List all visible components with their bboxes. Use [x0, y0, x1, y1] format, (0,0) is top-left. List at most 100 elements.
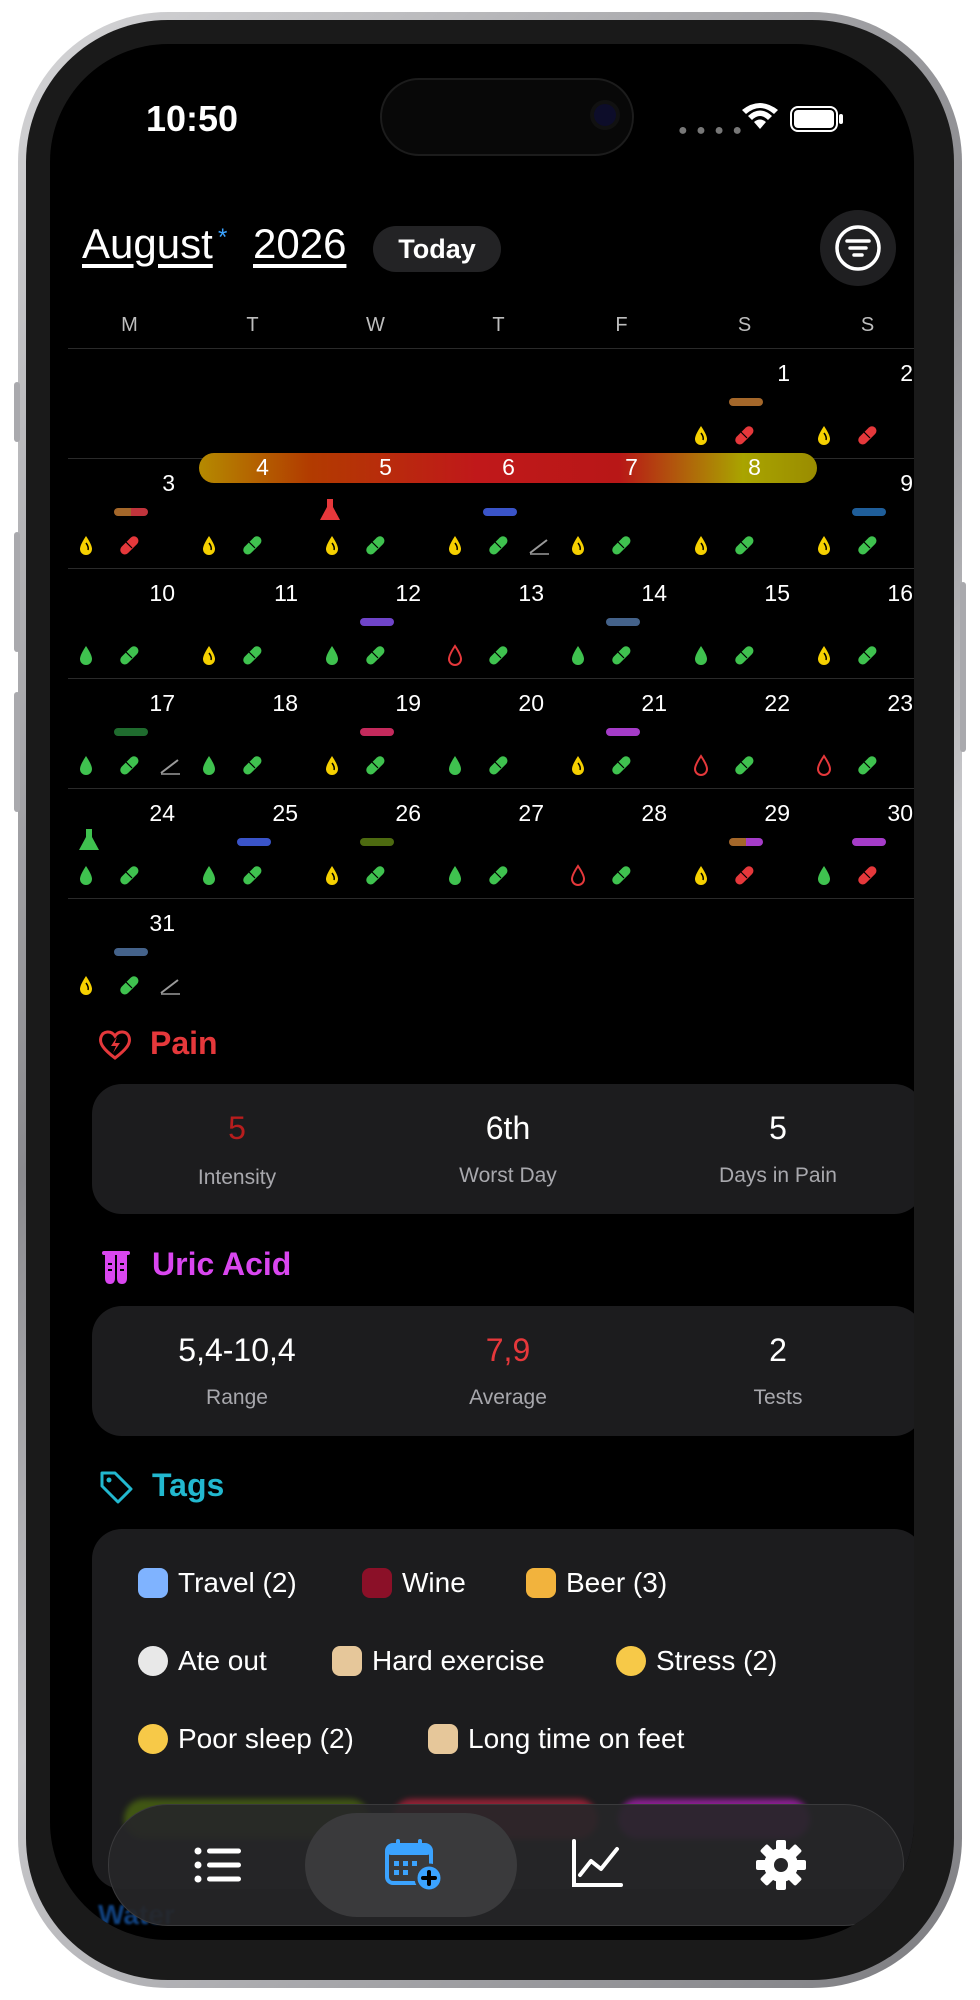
medication-pill-icon: [612, 756, 631, 775]
weekday-label: W: [366, 314, 385, 336]
medication-pill-icon: [612, 866, 631, 885]
sleepy-face-icon: [138, 1723, 168, 1754]
medication-pill-icon: [858, 756, 877, 775]
list-icon[interactable]: [193, 1843, 243, 1887]
tag-chip[interactable]: Wine: [348, 1553, 494, 1613]
pain-intensity-value: 5: [228, 1110, 246, 1146]
day-number[interactable]: 28: [627, 800, 667, 827]
medication-pill-icon: [612, 536, 631, 555]
water-drop-icon: [695, 866, 707, 885]
day-number[interactable]: 14: [627, 580, 667, 607]
day-number[interactable]: 9: [873, 470, 913, 497]
medication-pill-icon: [243, 756, 262, 775]
day-number[interactable]: 7: [612, 454, 652, 481]
water-drop-icon: [572, 536, 584, 555]
day-number[interactable]: 31: [135, 910, 175, 937]
battery-icon: [790, 106, 843, 132]
day-number[interactable]: 25: [258, 800, 298, 827]
tag-chip[interactable]: Hard exercise: [318, 1631, 584, 1691]
day-number[interactable]: 20: [504, 690, 544, 717]
calendar-add-icon[interactable]: [385, 1837, 445, 1893]
weekday-label: S: [860, 314, 875, 336]
tag-label: Hard exercise: [372, 1645, 545, 1676]
day-number[interactable]: 1: [750, 360, 790, 387]
water-drop-icon: [570, 864, 586, 886]
flask-icon: [320, 499, 340, 520]
chart-icon[interactable]: [571, 1839, 623, 1889]
medication-pill-icon: [735, 536, 754, 555]
day-number[interactable]: 8: [735, 454, 775, 481]
tag-indicator: [606, 618, 640, 626]
day-number[interactable]: 30: [873, 800, 913, 827]
day-number[interactable]: 6: [489, 454, 529, 481]
month-marker: *: [218, 224, 228, 251]
uric-acid-card[interactable]: 5,4-10,4 Range 7,9 Average 2 Tests: [92, 1306, 914, 1436]
day-number[interactable]: 23: [873, 690, 913, 717]
tag-chip[interactable]: Stress (2): [602, 1631, 814, 1691]
day-number[interactable]: 26: [381, 800, 421, 827]
day-number[interactable]: 21: [627, 690, 667, 717]
tag-indicator: [237, 838, 271, 846]
day-number[interactable]: 12: [381, 580, 421, 607]
filter-button[interactable]: [820, 210, 896, 286]
tag-chip[interactable]: Ate out: [124, 1631, 300, 1691]
water-drop-icon: [818, 426, 830, 445]
day-number[interactable]: 5: [366, 454, 406, 481]
airplane-icon: [138, 1567, 168, 1598]
pain-card[interactable]: 5 Intensity 6th Worst Day 5 Days in Pain: [92, 1084, 914, 1214]
day-number[interactable]: 2: [873, 360, 913, 387]
medication-pill-icon: [120, 756, 139, 775]
year-selector[interactable]: 2026: [253, 220, 346, 268]
pain-intensity-label: Intensity: [197, 1166, 277, 1189]
water-drop-icon: [326, 646, 338, 665]
calendar-header: August * 2026 Today: [50, 194, 914, 286]
tag-chip[interactable]: Long time on feet: [414, 1709, 730, 1769]
test-tubes-icon: [102, 1251, 130, 1284]
tag-indicator: [360, 728, 394, 736]
tag-indicator: [114, 508, 148, 516]
plate-icon: [138, 1645, 168, 1676]
medication-pill-icon: [120, 646, 139, 665]
tag-label: Wine: [402, 1567, 466, 1598]
day-number[interactable]: 15: [750, 580, 790, 607]
heart-bolt-icon: [99, 1030, 131, 1060]
medication-pill-icon: [366, 646, 385, 665]
month-selector[interactable]: August: [82, 220, 213, 268]
gear-icon[interactable]: [755, 1839, 807, 1891]
day-number[interactable]: 22: [750, 690, 790, 717]
day-number[interactable]: 18: [258, 690, 298, 717]
medication-pill-icon: [489, 646, 508, 665]
day-number[interactable]: 11: [258, 580, 298, 607]
tag-label: Poor sleep (2): [178, 1723, 354, 1754]
water-drop-icon: [203, 646, 215, 665]
water-drop-icon: [695, 426, 707, 445]
water-drop-icon: [693, 754, 709, 776]
tag-icon: [100, 1471, 133, 1504]
medication-pill-icon: [858, 646, 877, 665]
day-number[interactable]: 3: [135, 470, 175, 497]
uric-tests-value: 2: [769, 1332, 787, 1368]
day-number[interactable]: 19: [381, 690, 421, 717]
day-number[interactable]: 24: [135, 800, 175, 827]
day-number[interactable]: 4: [243, 454, 283, 481]
water-drop-icon: [80, 976, 92, 995]
water-drop-icon: [818, 866, 830, 885]
side-button: [14, 382, 20, 442]
weekday-label: S: [737, 314, 752, 336]
day-number[interactable]: 13: [504, 580, 544, 607]
water-drop-icon: [816, 754, 832, 776]
tag-indicator: [729, 398, 763, 406]
day-number[interactable]: 17: [135, 690, 175, 717]
day-number[interactable]: 29: [750, 800, 790, 827]
tag-chip[interactable]: Poor sleep (2): [124, 1709, 396, 1769]
divider: [68, 898, 914, 899]
medication-pill-icon: [366, 866, 385, 885]
day-number[interactable]: 27: [504, 800, 544, 827]
tag-indicator: [606, 728, 640, 736]
day-number[interactable]: 10: [135, 580, 175, 607]
today-button[interactable]: Today: [373, 226, 501, 272]
uric-tests-label: Tests: [753, 1386, 803, 1409]
day-number[interactable]: 16: [873, 580, 913, 607]
tag-chip[interactable]: Travel (2): [124, 1553, 330, 1613]
tag-chip[interactable]: Beer (3): [512, 1553, 700, 1613]
